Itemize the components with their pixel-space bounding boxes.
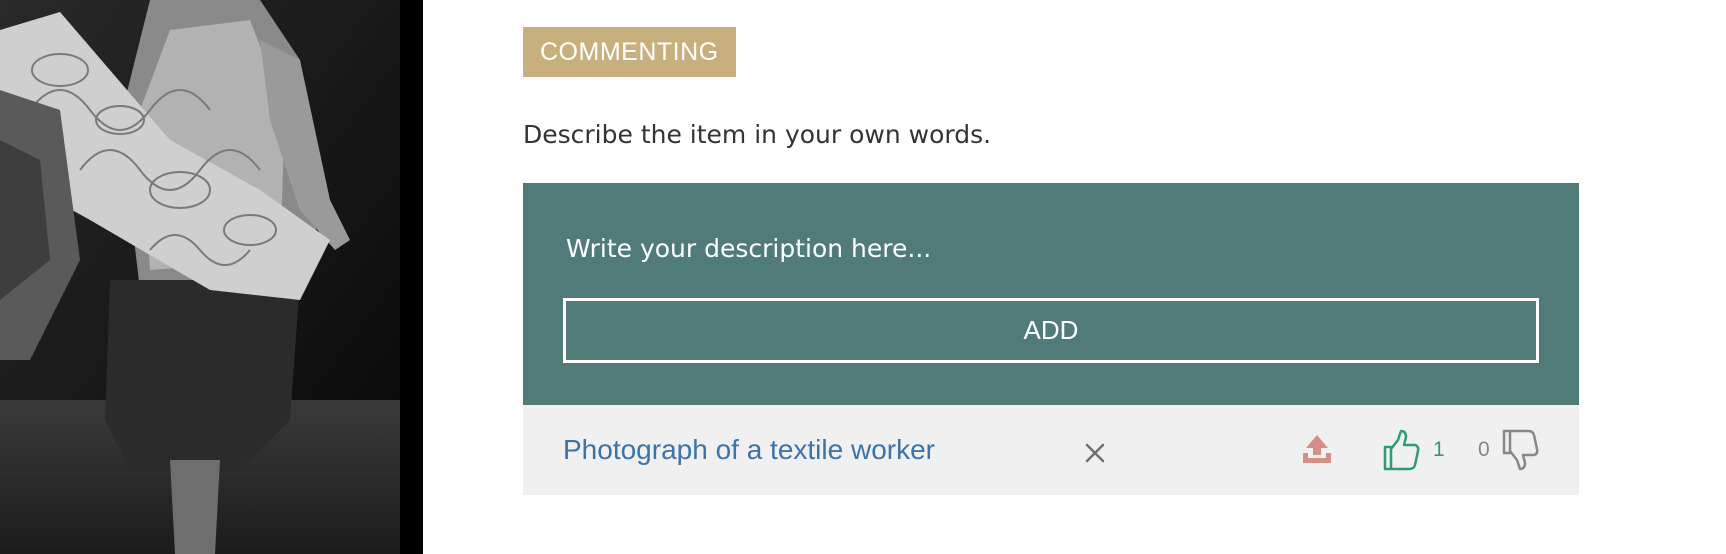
task-type-badge: COMMENTING xyxy=(523,27,736,77)
share-button[interactable] xyxy=(1300,433,1334,467)
comment-item: Photograph of a textile worker 1 0 xyxy=(523,405,1579,495)
description-editor: ADD xyxy=(523,183,1579,405)
item-photo xyxy=(0,0,423,554)
add-button[interactable]: ADD xyxy=(563,298,1539,363)
upvote-count: 1 xyxy=(1433,438,1445,461)
downvote-button[interactable]: 0 xyxy=(1478,428,1540,472)
upvote-button[interactable]: 1 xyxy=(1381,428,1445,472)
close-icon xyxy=(1085,443,1105,463)
thumbs-up-icon xyxy=(1383,429,1420,471)
description-input[interactable] xyxy=(563,223,1545,273)
task-instructions: Describe the item in your own words. xyxy=(523,120,992,149)
share-upload-icon xyxy=(1303,435,1331,463)
comment-text-link[interactable]: Photograph of a textile worker xyxy=(563,405,935,495)
thumbs-down-icon xyxy=(1502,429,1539,471)
close-button[interactable] xyxy=(1082,440,1108,466)
downvote-count: 0 xyxy=(1478,438,1490,461)
